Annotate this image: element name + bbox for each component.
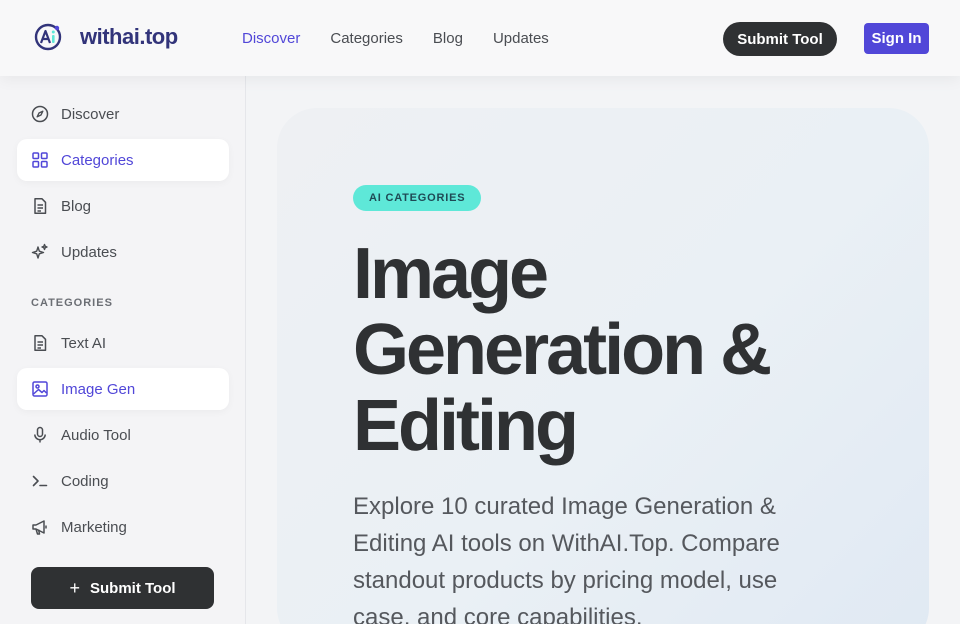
category-badge: AI CATEGORIES — [353, 185, 482, 211]
microphone-icon — [31, 426, 49, 444]
nav-link-categories[interactable]: Categories — [330, 30, 403, 47]
plus-icon: + — [69, 577, 80, 598]
sidebar-item-image-gen[interactable]: Image Gen — [17, 368, 229, 410]
sidebar-item-text-ai[interactable]: Text AI — [17, 322, 229, 364]
sign-in-button[interactable]: Sign In — [864, 23, 929, 54]
logo[interactable]: withai.top — [33, 22, 178, 52]
nav-link-blog[interactable]: Blog — [433, 30, 463, 47]
sidebar-item-label: Discover — [61, 105, 120, 123]
grid-icon — [31, 151, 49, 169]
image-icon — [31, 380, 49, 398]
page-title: Image Generation & Editing — [353, 234, 772, 466]
hero-card: AI CATEGORIES Image Generation & Editing… — [277, 108, 929, 624]
main-nav: Discover Categories Blog Updates — [242, 30, 579, 47]
logo-text: withai.top — [80, 24, 178, 49]
categories-heading: CATEGORIES — [31, 297, 113, 309]
top-header: withai.top Discover Categories Blog Upda… — [0, 0, 960, 76]
sidebar-item-label: Coding — [61, 472, 109, 490]
sidebar-item-label: Categories — [61, 151, 134, 169]
sidebar-item-categories[interactable]: Categories — [17, 139, 229, 181]
submit-tool-button[interactable]: Submit Tool — [723, 22, 837, 56]
compass-icon — [31, 105, 49, 123]
logo-icon — [34, 23, 62, 51]
sidebar-item-label: Marketing — [61, 518, 127, 536]
sidebar-submit-tool-button[interactable]: + Submit Tool — [31, 567, 214, 609]
nav-link-updates[interactable]: Updates — [493, 30, 549, 47]
document-icon — [31, 197, 49, 215]
sidebar-item-label: Image Gen — [61, 380, 136, 398]
sidebar-item-label: Blog — [61, 197, 92, 215]
sidebar-item-label: Text AI — [61, 334, 107, 352]
file-text-icon — [31, 334, 49, 352]
megaphone-icon — [31, 518, 49, 536]
sidebar-item-marketing[interactable]: Marketing — [17, 506, 229, 548]
sidebar-item-audio-tool[interactable]: Audio Tool — [17, 414, 229, 456]
sidebar: Discover Categories Blog Updates CATEGOR… — [0, 76, 246, 624]
sidebar-item-label: Audio Tool — [61, 426, 131, 444]
sidebar-item-discover[interactable]: Discover — [17, 93, 229, 135]
hero-description: Explore 10 curated Image Generation & Ed… — [353, 493, 780, 624]
sidebar-submit-label: Submit Tool — [89, 579, 176, 597]
nav-link-discover[interactable]: Discover — [242, 30, 300, 47]
sidebar-item-label: Updates — [61, 243, 117, 261]
sidebar-item-coding[interactable]: Coding — [17, 460, 229, 502]
terminal-icon — [31, 472, 49, 490]
sidebar-item-blog[interactable]: Blog — [17, 185, 229, 227]
sidebar-item-updates[interactable]: Updates — [17, 231, 229, 273]
sparkles-icon — [31, 243, 49, 261]
